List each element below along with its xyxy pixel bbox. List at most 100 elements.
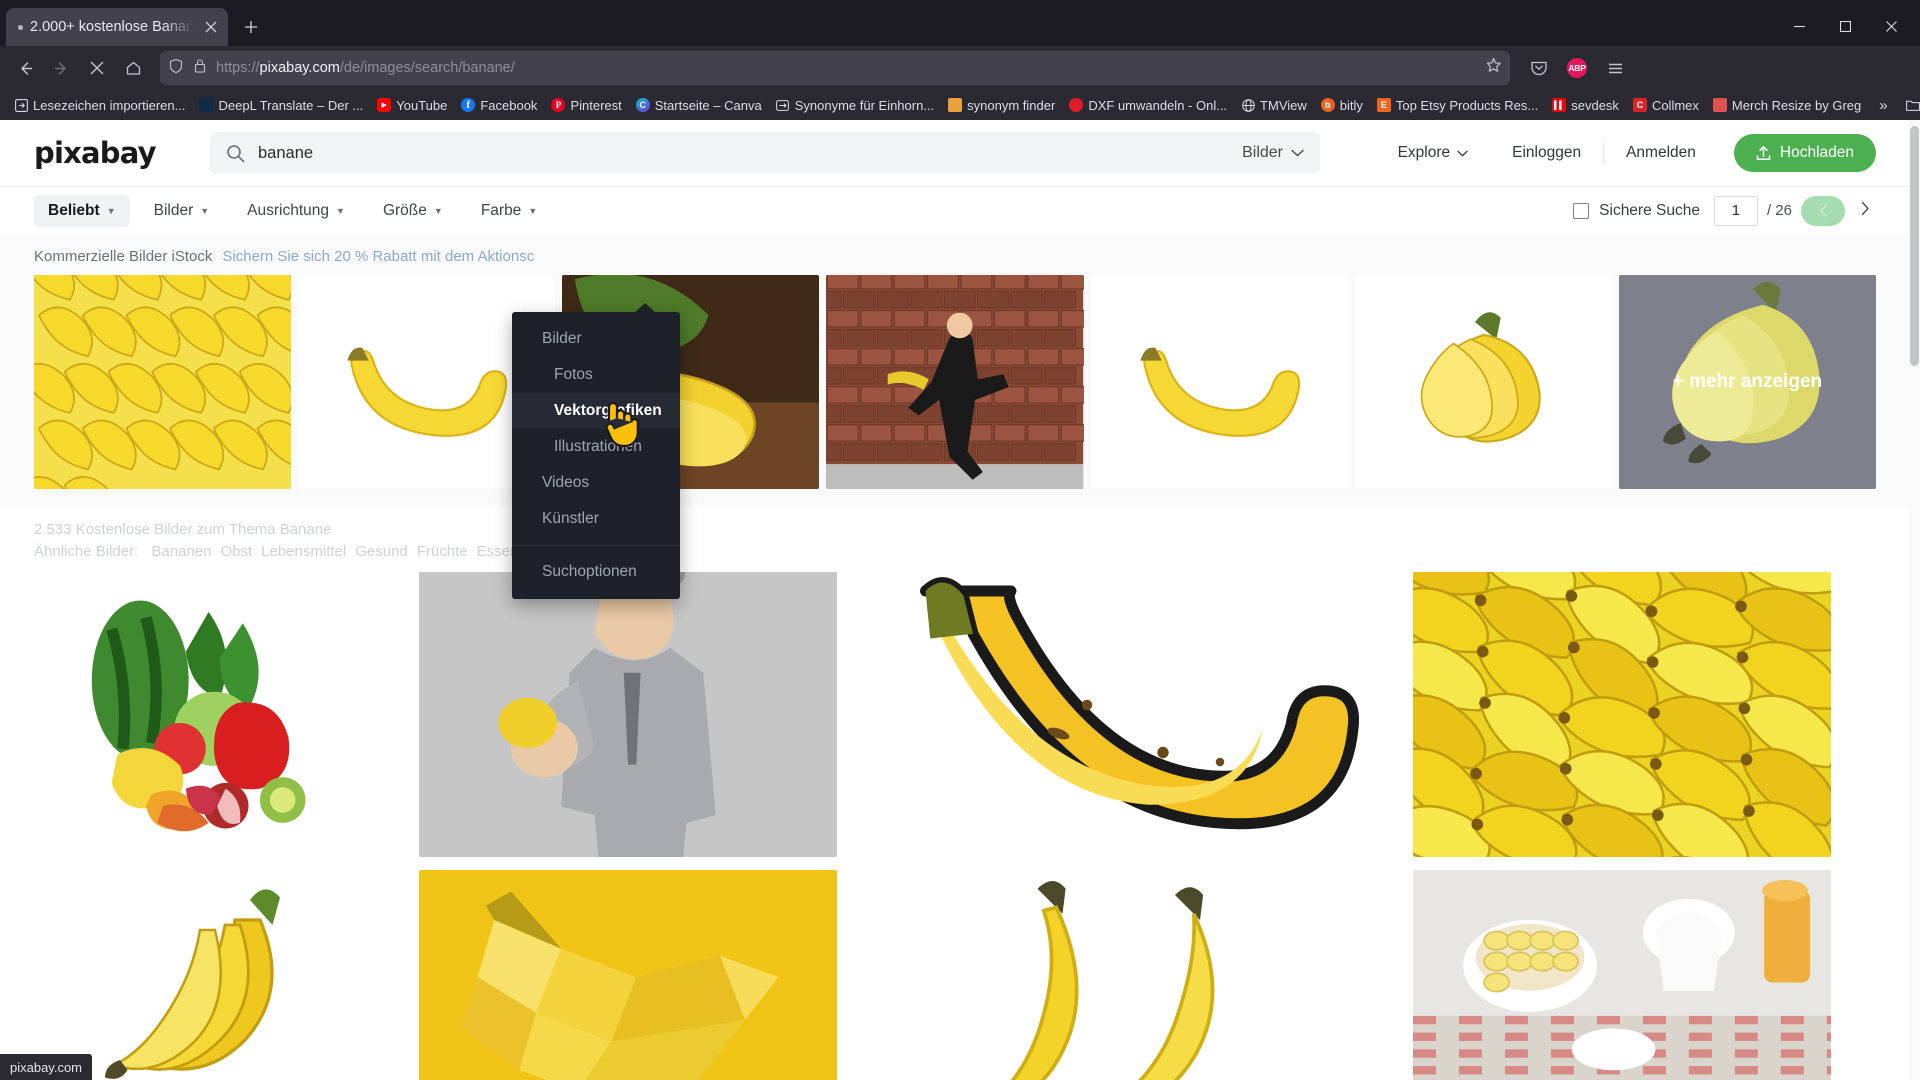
upload-button[interactable]: Hochladen <box>1733 134 1876 172</box>
stop-loading-icon[interactable] <box>80 51 114 85</box>
bookmark-item[interactable]: Merch Resize by Greg <box>1707 95 1867 116</box>
bookmark-item[interactable]: C Startseite – Canva <box>630 95 768 116</box>
bookmark-item[interactable]: Lesezeichen importieren... <box>8 95 191 116</box>
similar-tag[interactable]: Gesund <box>355 543 408 560</box>
bookmark-item[interactable]: TMView <box>1235 95 1313 116</box>
istock-header: Kommerzielle Bilder iStock Sichern Sie s… <box>0 234 1910 275</box>
dropdown-item-knstler[interactable]: Künstler <box>512 501 680 537</box>
filter-gre[interactable]: Größe ▼ <box>369 195 457 227</box>
banana-bunch-white[interactable] <box>1354 275 1612 489</box>
dropdown-item-fotos[interactable]: Fotos <box>512 357 680 393</box>
results-meta: 2.533 Kostenlose Bilder zum Thema Banane… <box>0 507 1910 560</box>
filter-beliebt[interactable]: Beliebt ▼ <box>34 194 130 227</box>
page-number-input[interactable]: 1 <box>1713 195 1758 226</box>
single-banana-curved[interactable] <box>1090 275 1348 489</box>
shield-icon[interactable] <box>168 58 184 79</box>
collmex-icon: C <box>1632 98 1647 112</box>
istock-promo-link[interactable]: Sichern Sie sich 20 % Rabatt mit dem Akt… <box>222 248 534 265</box>
new-tab-button[interactable] <box>234 10 268 44</box>
bookmark-item[interactable]: ▶ YouTube <box>371 95 453 116</box>
safe-search-toggle[interactable]: Sichere Suche <box>1573 202 1700 220</box>
nav-item-explore[interactable]: Explore <box>1376 138 1491 168</box>
close-icon[interactable] <box>200 16 222 38</box>
bookmarks-bar: Lesezeichen importieren... DeepL Translat… <box>0 90 1920 120</box>
filter-bilder[interactable]: Bilder ▼ <box>140 195 224 227</box>
similar-tag[interactable]: Früchte <box>417 543 468 560</box>
browser-window: 2.000+ kostenlose Banane und <box>0 0 1920 1080</box>
filter-ausrichtung[interactable]: Ausrichtung ▼ <box>233 195 359 227</box>
bookmark-item[interactable]: b bitly <box>1315 95 1369 116</box>
bookmark-item[interactable]: C Collmex <box>1627 95 1705 116</box>
nav-item-login[interactable]: Einloggen <box>1490 138 1603 168</box>
pocket-icon[interactable] <box>1522 51 1556 85</box>
dropdown-item-illustrationen[interactable]: Illustrationen <box>512 429 680 465</box>
page-content: pixabay banane Bilder Explore Einloggen … <box>0 120 1920 1080</box>
home-icon[interactable] <box>116 51 150 85</box>
hamburger-menu-icon[interactable] <box>1598 51 1632 85</box>
more-images-tile[interactable]: + mehr anzeigen <box>1618 275 1876 489</box>
bookmark-item[interactable]: Synonyme für Einhorn... <box>770 95 940 116</box>
bookmark-item[interactable]: E Top Etsy Products Res... <box>1371 95 1544 116</box>
similar-images-label: Ähnliche Bilder: <box>34 543 139 560</box>
nav-item-signup[interactable]: Anmelden <box>1604 138 1718 168</box>
search-input[interactable]: banane <box>258 144 1215 163</box>
pixabay-logo[interactable]: pixabay <box>34 136 194 170</box>
bookmark-item[interactable]: ▍▍ sevdesk <box>1546 95 1625 116</box>
similar-tag[interactable]: Obst <box>220 543 252 560</box>
dropdown-item-suchoptionen[interactable]: Suchoptionen <box>512 554 680 590</box>
chevron-down-icon: ▼ <box>106 205 116 216</box>
back-icon[interactable] <box>8 51 42 85</box>
similar-tag[interactable]: Bananen <box>151 543 211 560</box>
browser-tab[interactable]: 2.000+ kostenlose Banane und <box>6 8 228 46</box>
results-grid-column <box>850 572 1400 1080</box>
filter-farbe[interactable]: Farbe ▼ <box>467 195 551 227</box>
fruits-vegetables-illustration[interactable] <box>34 572 406 857</box>
search-type-selector[interactable]: Bilder <box>1228 144 1304 162</box>
banana-bunch-vector[interactable] <box>34 870 406 1080</box>
bookmarks-overflow-icon[interactable]: » <box>1869 97 1897 114</box>
page-scrollbar[interactable] <box>1909 120 1920 1080</box>
dropdown-item-vektorgrafiken[interactable]: Vektorgrafiken <box>512 393 680 429</box>
bookmark-item[interactable]: DXF umwandeln - Onl... <box>1063 95 1233 116</box>
man-with-banana-gun[interactable] <box>419 572 837 857</box>
bookmark-label: Collmex <box>1651 97 1699 113</box>
man-kicking-brickwall[interactable] <box>826 275 1084 489</box>
similar-tag[interactable]: Lebensmittel <box>261 543 346 560</box>
url-text: https://pixabay.com/de/images/search/ban… <box>216 60 515 76</box>
results-grid-column <box>1413 572 1831 1080</box>
lowpoly-banana-yellow-bg[interactable] <box>419 870 837 1080</box>
star-icon[interactable] <box>1485 57 1502 79</box>
tab-loading-indicator <box>18 24 23 30</box>
forward-icon[interactable] <box>44 51 78 85</box>
bookmark-item[interactable]: f Facebook <box>455 95 543 116</box>
chevron-down-icon: ▼ <box>336 205 345 216</box>
bookmarks-more-folder[interactable]: Weitere Lesezeichen <box>1900 95 1920 116</box>
bookmark-label: YouTube <box>396 97 448 113</box>
adblock-plus-icon[interactable]: ABP <box>1560 51 1594 85</box>
bookmark-label: DXF umwandeln - Onl... <box>1088 97 1228 113</box>
cartoon-banana-large[interactable] <box>850 572 1400 857</box>
breakfast-table-bananas[interactable] <box>1413 870 1831 1080</box>
dropdown-item-videos[interactable]: Videos <box>512 465 680 501</box>
safe-search-checkbox[interactable] <box>1573 202 1590 219</box>
address-bar[interactable]: https://pixabay.com/de/images/search/ban… <box>160 51 1510 85</box>
next-page-button[interactable] <box>1854 200 1876 221</box>
nav-login-label: Einloggen <box>1512 144 1582 161</box>
close-window-icon[interactable] <box>1868 6 1914 46</box>
chevron-down-icon <box>1457 150 1468 157</box>
prev-page-button[interactable] <box>1801 195 1845 226</box>
dropdown-item-bilder[interactable]: Bilder <box>512 321 680 357</box>
chevron-down-icon <box>1291 149 1304 157</box>
lock-icon[interactable] <box>193 58 207 79</box>
scrollbar-thumb[interactable] <box>1910 126 1919 366</box>
bookmark-item[interactable]: DeepL Translate – Der ... <box>193 95 369 116</box>
maximize-icon[interactable] <box>1822 6 1868 46</box>
abp-badge: ABP <box>1567 58 1587 78</box>
bookmark-item[interactable]: synonym finder <box>942 95 1061 116</box>
bookmark-item[interactable]: P Pinterest <box>545 95 627 116</box>
two-bananas-illustration[interactable] <box>850 870 1400 1080</box>
banana-bunch-pile[interactable] <box>34 275 292 489</box>
banana-pile-pattern[interactable] <box>1413 572 1831 857</box>
minimize-icon[interactable] <box>1776 6 1822 46</box>
search-bar[interactable]: banane Bilder <box>210 132 1320 174</box>
